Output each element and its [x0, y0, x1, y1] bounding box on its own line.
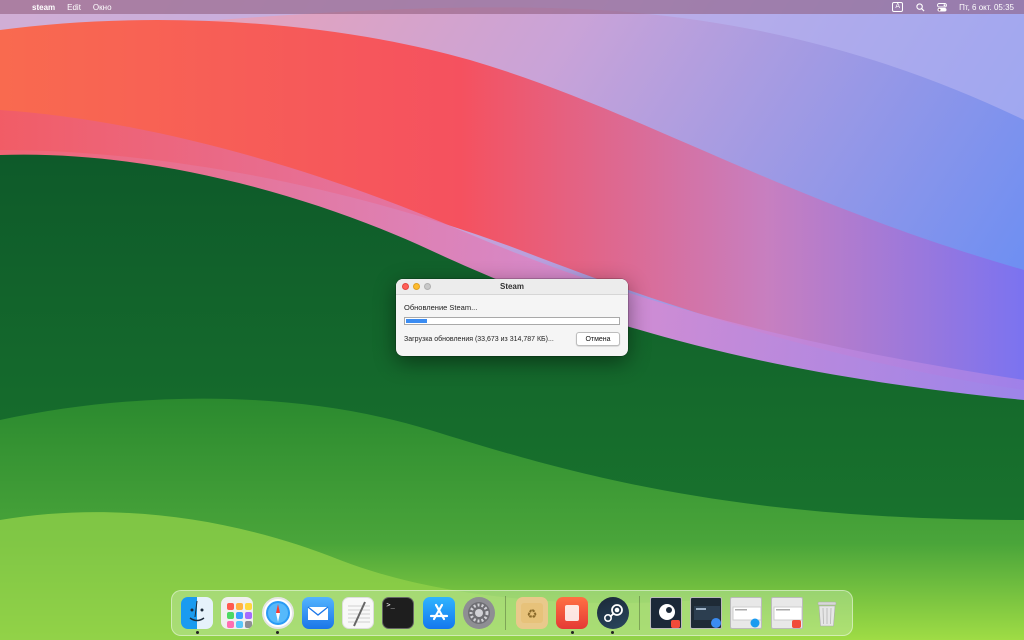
dock-app-red[interactable]: [553, 593, 592, 634]
dock-steam-window-2[interactable]: [686, 593, 725, 633]
window-controls: [402, 283, 431, 290]
dock-app-store[interactable]: [419, 593, 458, 633]
menu-edit[interactable]: Edit: [67, 3, 81, 12]
dock-app-window[interactable]: [767, 593, 806, 633]
dock-finder-window[interactable]: [727, 593, 766, 633]
progress-fill: [406, 319, 428, 323]
control-center-icon[interactable]: [937, 2, 948, 12]
menu-clock[interactable]: Пт, 6 окт. 05:35: [959, 3, 1014, 12]
cancel-button[interactable]: Отмена: [576, 332, 620, 346]
dock-separator: [638, 596, 640, 630]
running-indicator: [570, 631, 574, 634]
launchpad-icon: [221, 597, 254, 629]
dialog-title: Steam: [499, 282, 524, 291]
dock-steam[interactable]: [593, 593, 632, 634]
close-window-button[interactable]: [402, 283, 409, 290]
dialog-titlebar[interactable]: Steam: [396, 279, 628, 295]
svg-text:♻: ♻: [527, 607, 538, 621]
mail-envelope-icon: [301, 597, 334, 629]
update-progress-bar: [404, 317, 620, 325]
terminal-prompt-icon: >_: [382, 597, 415, 629]
minimize-window-button[interactable]: [413, 283, 420, 290]
running-indicator: [276, 631, 280, 634]
finder-icon: [181, 597, 214, 629]
steam-logo-icon: [596, 597, 629, 629]
zoom-window-button[interactable]: [424, 283, 431, 290]
dock-launchpad[interactable]: [218, 593, 257, 633]
dock-archive-utility[interactable]: ♻: [512, 593, 551, 633]
book-app-icon: [556, 597, 589, 629]
gear-icon: [462, 597, 495, 629]
running-indicator: [611, 631, 615, 634]
running-indicator: [195, 631, 199, 634]
menu-window[interactable]: Окно: [93, 3, 112, 12]
dock-mail[interactable]: [298, 593, 337, 633]
app-store-icon: [422, 597, 455, 629]
input-source-indicator[interactable]: A: [892, 2, 904, 12]
menu-bar: steam Edit Окно A Пт, 6 окт. 05:35: [0, 0, 1024, 14]
update-status-text: Обновление Steam...: [404, 303, 478, 312]
steam-update-dialog: Steam Обновление Steam... Загрузка обнов…: [396, 279, 628, 356]
menu-app-name[interactable]: steam: [32, 3, 55, 12]
window-thumbnail-icon: [770, 597, 803, 629]
window-thumbnail-icon: [730, 597, 763, 629]
window-thumbnail-icon: [690, 597, 723, 629]
textedit-icon: [342, 597, 375, 629]
dock-steam-window[interactable]: [646, 593, 685, 633]
spotlight-search-icon[interactable]: [915, 2, 925, 12]
dock-trash[interactable]: [807, 593, 846, 633]
dock-safari[interactable]: [258, 593, 297, 634]
safari-compass-icon: [261, 597, 294, 629]
dock-system-settings[interactable]: [459, 593, 498, 633]
dock-textedit[interactable]: [339, 593, 378, 633]
dock-finder[interactable]: [178, 593, 217, 634]
archive-recycle-icon: ♻: [516, 597, 549, 629]
steam-window-thumbnail-icon: [649, 597, 682, 629]
download-detail-text: Загрузка обновления (33,673 из 314,787 К…: [404, 335, 554, 343]
dock-terminal[interactable]: >_: [379, 593, 418, 633]
dock-separator: [505, 596, 506, 630]
dock: >_ ♻: [171, 590, 853, 636]
trash-icon: [811, 597, 843, 629]
